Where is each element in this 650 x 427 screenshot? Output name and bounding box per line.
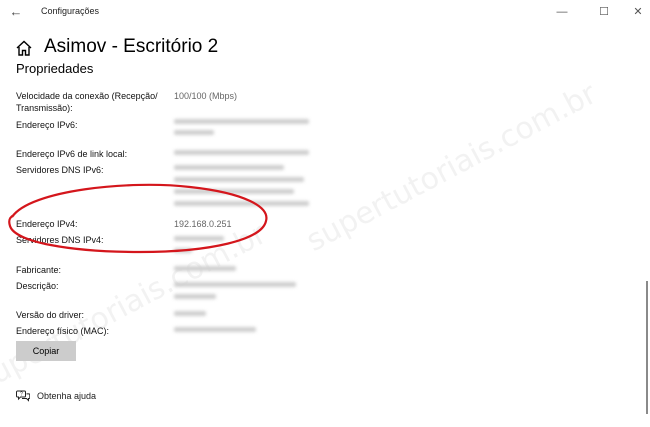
scrollbar-thumb[interactable]: [646, 281, 648, 414]
page-title: Asimov - Escritório 2: [44, 36, 219, 57]
watermark: supertutoriais.com.br: [300, 76, 603, 259]
prop-value-ipv4: 192.168.0.251: [174, 219, 232, 229]
redacted-value: [174, 119, 309, 124]
prop-label-dns-ipv6: Servidores DNS IPv6:: [16, 165, 104, 175]
annotation-ellipse: [8, 183, 268, 254]
prop-label-mac: Endereço físico (MAC):: [16, 326, 110, 336]
copy-button[interactable]: Copiar: [16, 341, 76, 361]
redacted-value: [174, 201, 309, 206]
redacted-value: [174, 165, 284, 170]
maximize-button[interactable]: ☐: [596, 4, 612, 20]
home-icon[interactable]: [15, 39, 33, 57]
back-arrow-icon[interactable]: ←: [6, 3, 26, 21]
prop-label-description: Descrição:: [16, 281, 59, 291]
redacted-value: [174, 189, 294, 194]
prop-label-manufacturer: Fabricante:: [16, 265, 62, 275]
redacted-value: [174, 294, 216, 299]
prop-label-ipv4: Endereço IPv4:: [16, 219, 78, 229]
app-title: Configurações: [41, 6, 100, 16]
redacted-value: [174, 236, 224, 241]
redacted-value: [174, 177, 304, 182]
redacted-value: [174, 311, 206, 316]
prop-label-driver-version: Versão do driver:: [16, 310, 85, 320]
close-button[interactable]: ✕: [630, 4, 646, 20]
prop-label-dns-ipv4: Servidores DNS IPv4:: [16, 235, 104, 245]
help-link[interactable]: Obtenha ajuda: [37, 391, 96, 401]
title-bar: ← Configurações — ☐ ✕: [0, 0, 650, 26]
redacted-value: [174, 266, 236, 271]
redacted-value: [174, 150, 309, 155]
redacted-value: [174, 327, 256, 332]
chat-help-icon[interactable]: ?: [16, 389, 30, 403]
minimize-button[interactable]: —: [554, 4, 570, 20]
svg-text:?: ?: [20, 392, 23, 398]
section-title: Propriedades: [16, 61, 94, 76]
redacted-value: [174, 282, 296, 287]
redacted-value: [174, 130, 214, 135]
prop-value-link-speed: 100/100 (Mbps): [174, 91, 238, 101]
prop-label-ipv6: Endereço IPv6:: [16, 120, 78, 130]
prop-label-link-speed: Velocidade da conexão (Recepção/ Transmi…: [16, 91, 158, 113]
redacted-value: [174, 248, 192, 253]
prop-label-ipv6-link-local: Endereço IPv6 de link local:: [16, 149, 128, 159]
